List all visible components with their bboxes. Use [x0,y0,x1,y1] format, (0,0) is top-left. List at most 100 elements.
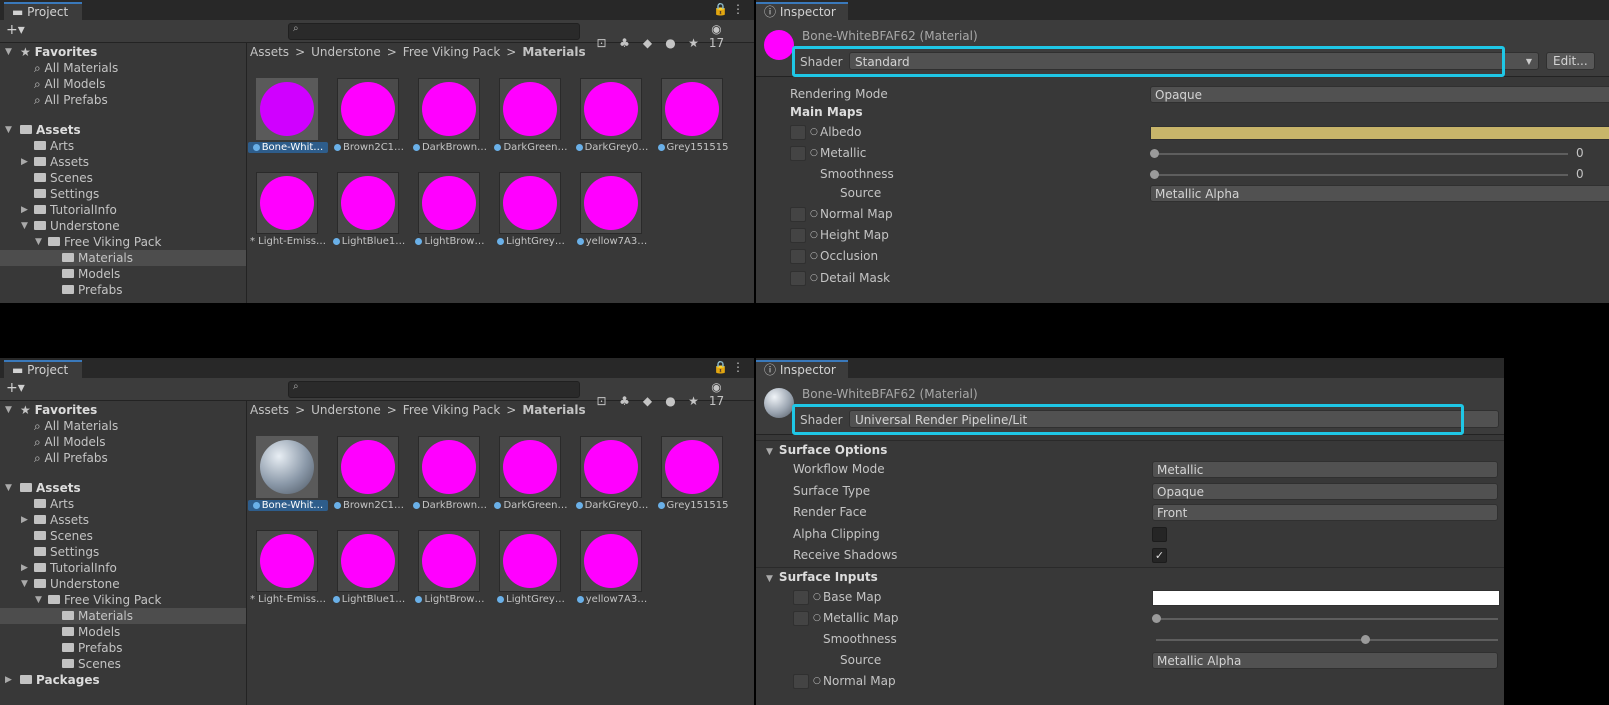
source-dropdown[interactable]: Metallic Alpha [1150,185,1609,202]
material-asset[interactable]: DarkBrown… [410,436,487,526]
material-asset[interactable]: Grey151515 [653,78,729,168]
visibility-icon[interactable]: ◉17 [705,22,728,50]
albedo-color-field[interactable] [1150,126,1609,140]
picker-icon[interactable]: ○ [810,122,818,142]
metallic-value[interactable]: 0 [1576,143,1584,163]
favorite-item[interactable]: ⌕ All Models [0,434,246,450]
tree-item[interactable]: ▼ Free Viking Pack [0,234,246,250]
tab-inspector[interactable]: ⓘ Inspector [756,360,848,378]
tree-item[interactable]: Scenes [0,528,246,544]
material-asset[interactable]: LightGrey… [491,530,567,620]
material-asset[interactable]: DarkGreen… [491,436,568,526]
panel-menu-icons[interactable]: 🔒⋮ [713,360,748,374]
panel-menu-icons[interactable]: 🔒⋮ [713,2,748,16]
metallic-slider-track[interactable] [1154,153,1568,155]
material-asset[interactable]: yellow7A3… [572,172,648,262]
material-asset[interactable]: Grey151515 [653,436,729,526]
tree-item[interactable]: Scenes [0,656,246,672]
smoothness-slider-track[interactable] [1156,639,1498,641]
favorites-header[interactable]: ▼ ★ Favorites [0,402,246,418]
label-icon[interactable]: ◆ [636,394,659,408]
breadcrumb-item[interactable]: Understone [311,45,381,59]
smoothness-slider-handle[interactable] [1150,170,1159,179]
tree-item-selected[interactable]: Materials [0,608,246,624]
metallic-slider-handle[interactable] [1150,149,1159,158]
material-asset[interactable]: DarkGrey0… [572,78,648,168]
tree-item[interactable]: Settings [0,186,246,202]
search-input[interactable]: ⌕ [288,23,580,40]
breadcrumb-item[interactable]: Free Viking Pack [403,45,500,59]
filter-type-icon[interactable]: ♣ [613,36,636,50]
tree-item[interactable]: Scenes [0,170,246,186]
assets-header[interactable]: ▼ Assets [0,480,246,496]
favorite-item[interactable]: ⌕ All Models [0,76,246,92]
material-asset[interactable]: LightBlue1… [329,172,405,262]
picker-icon[interactable]: ○ [813,671,821,691]
material-asset[interactable]: Bone-Whit… [248,78,328,168]
workflow-mode-dropdown[interactable]: Metallic [1152,461,1498,478]
breadcrumb-item[interactable]: Assets [250,403,289,417]
tree-item[interactable]: ▼ Free Viking Pack [0,592,246,608]
tree-item[interactable]: Arts [0,496,246,512]
smoothness-value[interactable]: 0 [1576,164,1584,184]
material-asset[interactable]: * Light-Emiss… [248,172,326,262]
surface-type-dropdown[interactable]: Opaque [1152,483,1498,500]
tab-project[interactable]: ▬ Project [4,2,82,20]
metallic-slider-handle[interactable] [1152,614,1161,623]
picker-icon[interactable]: ○ [813,587,821,607]
search-by-type-icon[interactable]: ⊡ [590,36,613,50]
tree-item[interactable]: ▼ Understone [0,576,246,592]
material-asset[interactable]: LightBlue1… [329,530,405,620]
material-asset[interactable]: Brown2C1… [329,78,405,168]
surface-inputs-header[interactable]: ▼ Surface Inputs [756,567,1504,586]
smoothness-slider-track[interactable] [1154,174,1568,176]
picker-icon[interactable]: ○ [810,143,818,163]
material-asset[interactable]: LightBrow… [410,530,486,620]
texture-slot[interactable] [793,590,809,605]
material-asset[interactable]: LightGrey… [491,172,567,262]
tree-item[interactable]: Prefabs [0,640,246,656]
material-asset[interactable]: yellow7A3… [572,530,648,620]
material-asset[interactable]: DarkBrown… [410,78,487,168]
tree-item[interactable]: ▼ Understone [0,218,246,234]
tree-item[interactable]: ▶ TutorialInfo [0,202,246,218]
material-asset[interactable]: Brown2C1… [329,436,405,526]
material-asset[interactable]: Bone-Whit… [248,436,328,526]
tree-item[interactable]: Prefabs [0,282,246,298]
receive-shadows-checkbox[interactable]: ✓ [1152,548,1167,563]
tab-inspector[interactable]: ⓘ Inspector [756,2,848,20]
tree-item[interactable]: ▶ TutorialInfo [0,560,246,576]
star-icon[interactable]: ★ [682,394,705,408]
breadcrumb-current[interactable]: Materials [522,403,585,417]
tab-project[interactable]: ▬ Project [4,360,82,378]
texture-slot[interactable] [790,249,806,264]
create-dropdown-button[interactable]: +▾ [6,22,25,38]
tree-item[interactable]: ▶ Assets [0,512,246,528]
texture-slot[interactable] [793,611,809,626]
breadcrumb-item[interactable]: Free Viking Pack [403,403,500,417]
surface-options-header[interactable]: ▼ Surface Options [756,440,1504,459]
assets-header[interactable]: ▼ Assets [0,122,246,138]
breadcrumb-item[interactable]: Understone [311,403,381,417]
smoothness-slider-handle[interactable] [1361,635,1370,644]
warning-icon[interactable]: ● [659,36,682,50]
search-input[interactable]: ⌕ [288,381,580,398]
material-asset[interactable]: LightBrow… [410,172,486,262]
create-dropdown-button[interactable]: +▾ [6,380,25,396]
picker-icon[interactable]: ○ [810,268,818,288]
source-dropdown[interactable]: Metallic Alpha [1152,652,1498,669]
material-asset[interactable]: * Light-Emiss… [248,530,326,620]
tree-item[interactable]: Models [0,624,246,640]
texture-slot[interactable] [790,146,806,161]
texture-slot[interactable] [793,674,809,689]
tree-item[interactable]: Models [0,266,246,282]
tree-item-selected[interactable]: Materials [0,250,246,266]
search-by-type-icon[interactable]: ⊡ [590,394,613,408]
texture-slot[interactable] [790,228,806,243]
tree-item[interactable]: Settings [0,544,246,560]
picker-icon[interactable]: ○ [810,246,818,266]
tree-item[interactable]: ▶ Assets [0,154,246,170]
tree-item[interactable]: Arts [0,138,246,154]
picker-icon[interactable]: ○ [810,204,818,224]
edit-shader-button[interactable]: Edit... [1546,52,1595,70]
